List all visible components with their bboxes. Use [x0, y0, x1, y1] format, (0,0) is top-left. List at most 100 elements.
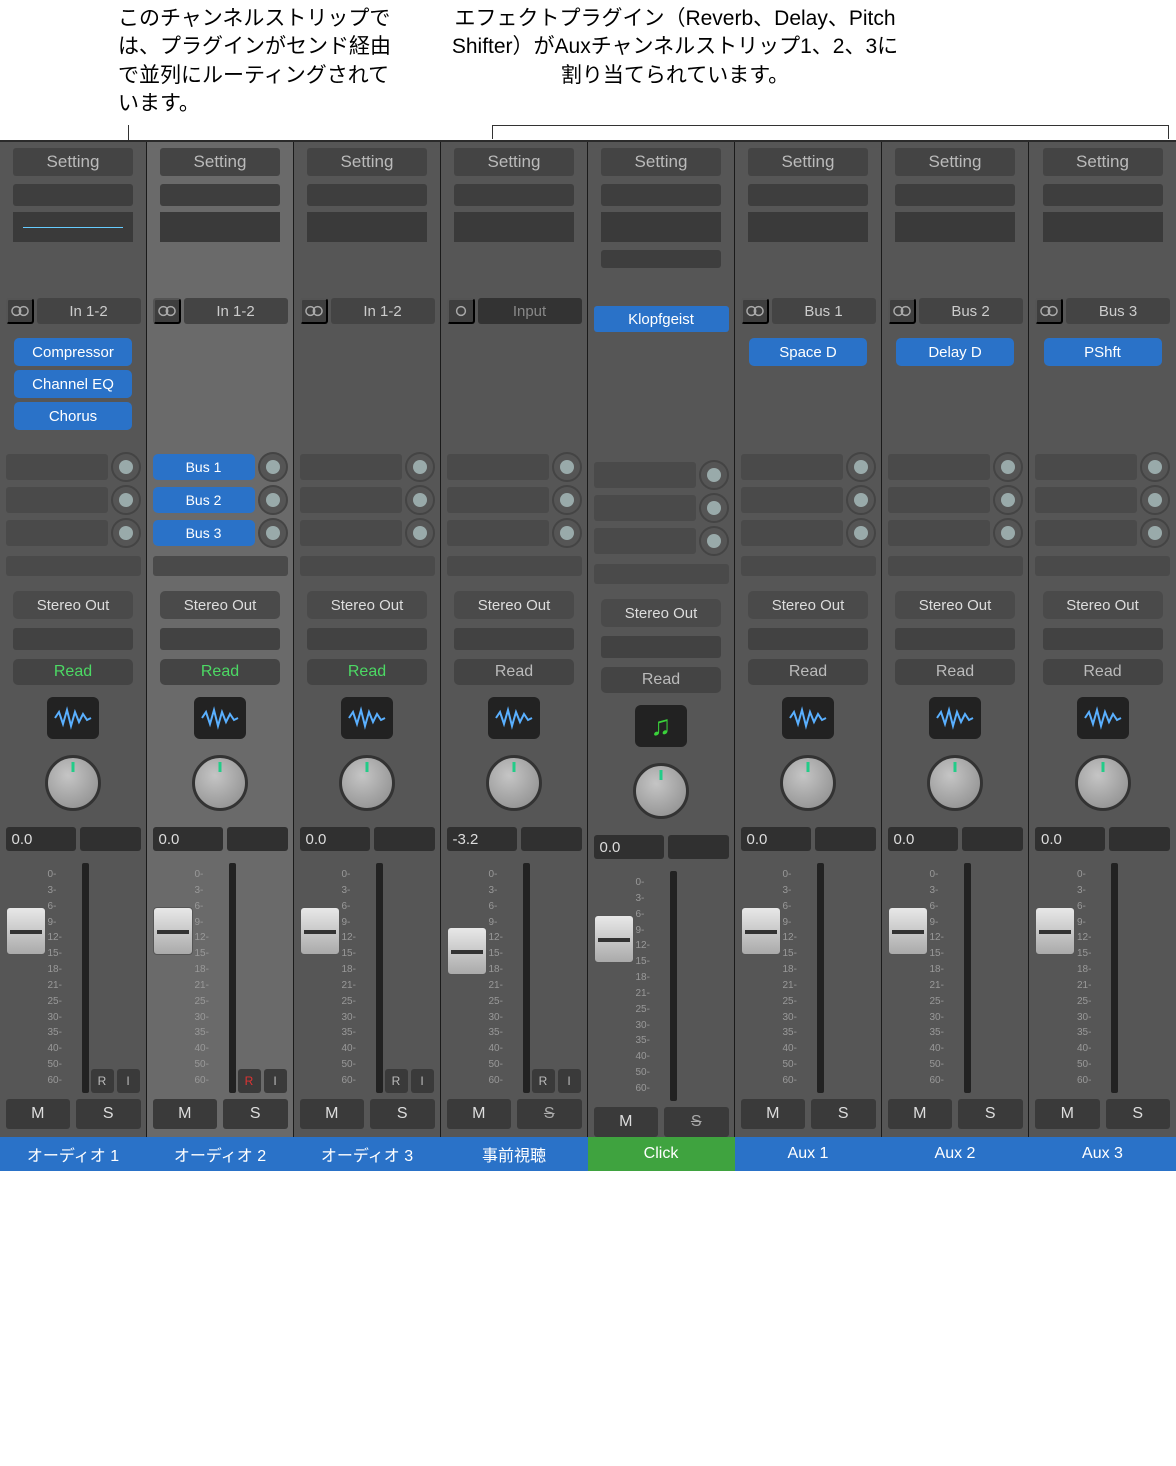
- mute-button[interactable]: M: [741, 1099, 806, 1129]
- eq-thumbnail-slot[interactable]: [454, 183, 574, 207]
- solo-button[interactable]: S: [223, 1099, 288, 1129]
- input-monitor-button[interactable]: I: [264, 1069, 287, 1093]
- eq-thumbnail-slot[interactable]: [601, 183, 721, 207]
- volume-db[interactable]: 0.0: [594, 835, 664, 859]
- pan-knob[interactable]: [633, 763, 689, 819]
- pan-knob[interactable]: [339, 755, 395, 811]
- fader-track[interactable]: [153, 863, 193, 1093]
- channel-name[interactable]: 事前視聴: [441, 1137, 588, 1171]
- solo-button[interactable]: S: [76, 1099, 141, 1129]
- send-knob[interactable]: [111, 518, 141, 548]
- pan-knob[interactable]: [927, 755, 983, 811]
- input-select[interactable]: In 1-2: [37, 298, 141, 324]
- send-knob[interactable]: [552, 518, 582, 548]
- insert-plugin[interactable]: Delay D: [896, 338, 1014, 366]
- stereo-icon[interactable]: [741, 298, 769, 324]
- eq-display[interactable]: [895, 212, 1015, 242]
- fader-handle[interactable]: [888, 907, 928, 955]
- waveform-icon[interactable]: [488, 697, 540, 739]
- pan-knob[interactable]: [486, 755, 542, 811]
- volume-db[interactable]: -3.2: [447, 827, 517, 851]
- send-slot-empty[interactable]: [447, 454, 549, 480]
- group-slot[interactable]: [1043, 628, 1163, 650]
- send-slot-empty[interactable]: [300, 556, 435, 576]
- stereo-icon[interactable]: [888, 298, 916, 324]
- setting-button[interactable]: Setting: [13, 148, 133, 176]
- mono-icon[interactable]: [447, 298, 475, 324]
- group-slot[interactable]: [13, 628, 133, 650]
- send-knob[interactable]: [405, 518, 435, 548]
- send-knob[interactable]: [111, 485, 141, 515]
- stereo-icon[interactable]: [153, 298, 181, 324]
- output-select[interactable]: Stereo Out: [601, 599, 721, 627]
- input-select[interactable]: Bus 1: [772, 298, 876, 324]
- send-slot-empty[interactable]: [888, 454, 990, 480]
- automation-mode[interactable]: Read: [601, 667, 721, 693]
- send-knob[interactable]: [699, 493, 729, 523]
- channel-name[interactable]: オーディオ 1: [0, 1137, 147, 1171]
- send-slot-empty[interactable]: [6, 520, 108, 546]
- channel-name[interactable]: オーディオ 3: [294, 1137, 441, 1171]
- input-select[interactable]: Klopfgeist: [594, 306, 729, 332]
- automation-mode[interactable]: Read: [160, 659, 280, 685]
- eq-display[interactable]: [307, 212, 427, 242]
- send-slot[interactable]: Bus 2: [153, 487, 255, 513]
- setting-button[interactable]: Setting: [895, 148, 1015, 176]
- send-knob[interactable]: [111, 452, 141, 482]
- volume-db[interactable]: 0.0: [6, 827, 76, 851]
- stereo-icon[interactable]: [300, 298, 328, 324]
- automation-mode[interactable]: Read: [895, 659, 1015, 685]
- eq-display[interactable]: [454, 212, 574, 242]
- eq-thumbnail-slot[interactable]: [13, 183, 133, 207]
- volume-db[interactable]: 0.0: [741, 827, 811, 851]
- fader-handle[interactable]: [1035, 907, 1075, 955]
- send-slot-empty[interactable]: [594, 495, 696, 521]
- solo-button[interactable]: S: [370, 1099, 435, 1129]
- insert-plugin[interactable]: Compressor: [14, 338, 132, 366]
- record-enable-button[interactable]: R: [385, 1069, 408, 1093]
- waveform-icon[interactable]: [47, 697, 99, 739]
- volume-db[interactable]: 0.0: [888, 827, 958, 851]
- group-slot[interactable]: [748, 628, 868, 650]
- send-knob[interactable]: [846, 518, 876, 548]
- solo-button[interactable]: S: [664, 1107, 729, 1137]
- input-select[interactable]: In 1-2: [184, 298, 288, 324]
- waveform-icon[interactable]: [341, 697, 393, 739]
- send-knob[interactable]: [552, 485, 582, 515]
- solo-button[interactable]: S: [958, 1099, 1023, 1129]
- midi-fx-slot[interactable]: [601, 247, 721, 271]
- send-slot-empty[interactable]: [153, 556, 288, 576]
- output-select[interactable]: Stereo Out: [454, 591, 574, 619]
- eq-thumbnail-slot[interactable]: [895, 183, 1015, 207]
- send-knob[interactable]: [699, 526, 729, 556]
- fader-track[interactable]: [741, 863, 781, 1093]
- record-enable-button[interactable]: R: [532, 1069, 555, 1093]
- automation-mode[interactable]: Read: [748, 659, 868, 685]
- stereo-icon[interactable]: [6, 298, 34, 324]
- fader-track[interactable]: [300, 863, 340, 1093]
- send-slot[interactable]: Bus 1: [153, 454, 255, 480]
- output-select[interactable]: Stereo Out: [895, 591, 1015, 619]
- send-slot-empty[interactable]: [447, 556, 582, 576]
- automation-mode[interactable]: Read: [307, 659, 427, 685]
- fader-track[interactable]: [447, 863, 487, 1093]
- waveform-icon[interactable]: [1077, 697, 1129, 739]
- pan-knob[interactable]: [780, 755, 836, 811]
- send-knob[interactable]: [993, 485, 1023, 515]
- mute-button[interactable]: M: [594, 1107, 659, 1137]
- insert-plugin[interactable]: Chorus: [14, 402, 132, 430]
- send-slot-empty[interactable]: [1035, 487, 1137, 513]
- send-slot-empty[interactable]: [594, 564, 729, 584]
- output-select[interactable]: Stereo Out: [13, 591, 133, 619]
- send-slot-empty[interactable]: [594, 528, 696, 554]
- send-knob[interactable]: [405, 485, 435, 515]
- send-slot-empty[interactable]: [447, 487, 549, 513]
- send-slot-empty[interactable]: [300, 454, 402, 480]
- group-slot[interactable]: [307, 628, 427, 650]
- send-knob[interactable]: [405, 452, 435, 482]
- channel-name[interactable]: オーディオ 2: [147, 1137, 294, 1171]
- send-knob[interactable]: [846, 452, 876, 482]
- eq-thumbnail-slot[interactable]: [160, 183, 280, 207]
- output-select[interactable]: Stereo Out: [160, 591, 280, 619]
- input-monitor-button[interactable]: I: [558, 1069, 581, 1093]
